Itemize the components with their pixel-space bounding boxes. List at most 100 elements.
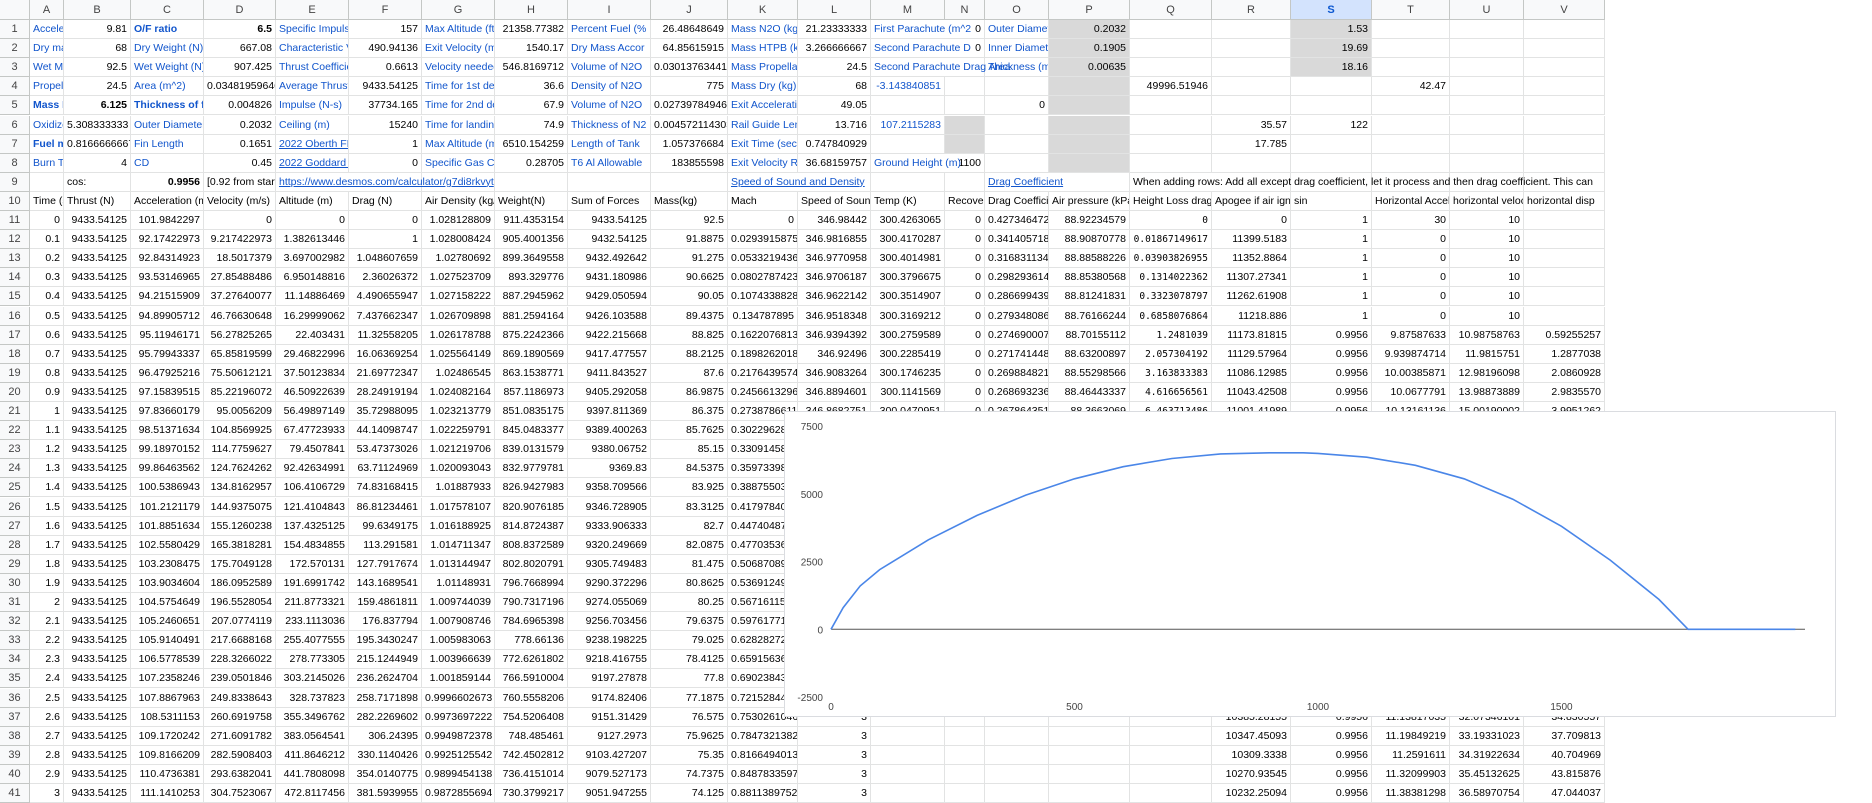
- sheet-cell[interactable]: 9433.54125: [64, 764, 131, 784]
- sheet-cell[interactable]: 9174.82406: [568, 688, 651, 708]
- sheet-cell[interactable]: 86.81234461: [349, 497, 422, 517]
- sheet-cell[interactable]: 6510.154259: [495, 134, 568, 154]
- row-header[interactable]: 29: [0, 554, 30, 574]
- sheet-cell[interactable]: 9433.54125: [64, 593, 131, 613]
- sheet-cell[interactable]: 2: [30, 593, 64, 613]
- column-label-cell[interactable]: Sum of Forces: [568, 191, 651, 211]
- sheet-cell[interactable]: Percent Fuel (%: [568, 20, 651, 40]
- row-header[interactable]: 22: [0, 421, 30, 441]
- sheet-cell[interactable]: [495, 172, 568, 192]
- sheet-cell[interactable]: 0.2793480868: [985, 306, 1049, 326]
- column-label-cell[interactable]: Acceleration (m: [131, 191, 204, 211]
- sheet-cell[interactable]: 2.36026372: [349, 268, 422, 288]
- sheet-cell[interactable]: 75.35: [651, 745, 728, 765]
- sheet-cell[interactable]: 0.1314022362: [1130, 268, 1212, 288]
- sheet-cell[interactable]: 282.5908403: [204, 745, 276, 765]
- sheet-cell[interactable]: 17.785: [1212, 134, 1291, 154]
- sheet-cell[interactable]: 300.1746235: [871, 363, 945, 383]
- sheet-cell[interactable]: 300.3169212: [871, 306, 945, 326]
- sheet-cell[interactable]: 328.737823: [276, 688, 349, 708]
- sheet-cell[interactable]: Thickness of fins: [131, 96, 204, 116]
- sheet-cell[interactable]: 64.85615915: [651, 39, 728, 59]
- sheet-cell[interactable]: 0: [204, 211, 276, 231]
- column-header-t[interactable]: T: [1372, 0, 1450, 20]
- sheet-cell[interactable]: Time for landing: [422, 115, 495, 135]
- sheet-cell[interactable]: 195.3430247: [349, 631, 422, 651]
- sheet-cell[interactable]: [30, 172, 64, 192]
- sheet-cell[interactable]: 105.9140491: [131, 631, 204, 651]
- column-label-cell[interactable]: Drag (N): [349, 191, 422, 211]
- sheet-cell[interactable]: 105.2460651: [131, 612, 204, 632]
- sheet-cell[interactable]: 0.9925125542: [422, 745, 495, 765]
- sheet-cell[interactable]: 9431.180986: [568, 268, 651, 288]
- sheet-cell[interactable]: 9079.527173: [568, 764, 651, 784]
- sheet-cell[interactable]: 9051.947255: [568, 784, 651, 803]
- sheet-cell[interactable]: 0: [1372, 268, 1450, 288]
- sheet-cell[interactable]: 36.58970754: [1450, 784, 1524, 803]
- sheet-cell[interactable]: [1049, 745, 1130, 765]
- sheet-cell[interactable]: 1.026178788: [422, 325, 495, 345]
- sheet-cell[interactable]: 186.0952589: [204, 573, 276, 593]
- sheet-cell[interactable]: 11.9815751: [1450, 344, 1524, 364]
- sheet-cell[interactable]: Thrust Coefficier: [276, 58, 349, 78]
- column-label-cell[interactable]: Thrust (N): [64, 191, 131, 211]
- sheet-cell[interactable]: 0.5: [30, 306, 64, 326]
- sheet-cell[interactable]: [871, 764, 945, 784]
- row-header[interactable]: 14: [0, 268, 30, 288]
- sheet-cell[interactable]: 56.49897149: [276, 402, 349, 422]
- sheet-cell[interactable]: 2.9835570: [1524, 382, 1605, 402]
- sheet-cell[interactable]: 88.92234579: [1049, 211, 1130, 231]
- sheet-cell[interactable]: 37.50123834: [276, 363, 349, 383]
- sheet-cell[interactable]: 9433.54125: [64, 306, 131, 326]
- sheet-cell[interactable]: 79.025: [651, 631, 728, 651]
- sheet-cell[interactable]: 43.815876: [1524, 764, 1605, 784]
- sheet-cell[interactable]: 0: [945, 287, 985, 307]
- row-header[interactable]: 1: [0, 20, 30, 40]
- sheet-cell[interactable]: 11307.27341: [1212, 268, 1291, 288]
- sheet-cell[interactable]: 0.8487833597: [728, 764, 798, 784]
- sheet-cell[interactable]: 88.2125: [651, 344, 728, 364]
- sheet-cell[interactable]: 0.2032: [1049, 20, 1130, 40]
- sheet-cell[interactable]: 2022 Goddard F: [276, 153, 349, 173]
- sheet-cell[interactable]: 0.2686932363: [985, 382, 1049, 402]
- sheet-cell[interactable]: 748.485461: [495, 726, 568, 746]
- row-header[interactable]: 27: [0, 516, 30, 536]
- sheet-cell[interactable]: 0.9: [30, 382, 64, 402]
- sheet-cell[interactable]: 0.3168311344: [985, 249, 1049, 269]
- sheet-cell[interactable]: 22.403431: [276, 325, 349, 345]
- sheet-cell[interactable]: 88.55298566: [1049, 363, 1130, 383]
- sheet-cell[interactable]: 546.8169712: [495, 58, 568, 78]
- sheet-cell[interactable]: [1212, 96, 1291, 116]
- sheet-cell[interactable]: 0: [945, 344, 985, 364]
- row-header[interactable]: 2: [0, 39, 30, 59]
- select-all-corner[interactable]: [0, 0, 30, 20]
- sheet-cell[interactable]: 35.45132625: [1450, 764, 1524, 784]
- sheet-cell[interactable]: 40.704969: [1524, 745, 1605, 765]
- sheet-cell[interactable]: 10: [1450, 306, 1524, 326]
- sheet-cell[interactable]: 134.8162957: [204, 478, 276, 498]
- sheet-cell[interactable]: 101.2121179: [131, 497, 204, 517]
- sheet-cell[interactable]: 0.004826: [204, 96, 276, 116]
- sheet-cell[interactable]: 36.68159757: [798, 153, 871, 173]
- sheet-cell[interactable]: [871, 96, 945, 116]
- sheet-cell[interactable]: 10.0677791: [1372, 382, 1450, 402]
- sheet-cell[interactable]: 4: [64, 153, 131, 173]
- sheet-cell[interactable]: [1212, 39, 1291, 59]
- sheet-cell[interactable]: 11086.12985: [1212, 363, 1291, 383]
- sheet-cell[interactable]: 3.266666667: [798, 39, 871, 59]
- sheet-cell[interactable]: 0: [1372, 306, 1450, 326]
- sheet-cell[interactable]: 88.70155112: [1049, 325, 1130, 345]
- sheet-cell[interactable]: 472.8117456: [276, 784, 349, 803]
- sheet-cell[interactable]: Exit Time (sec): [728, 134, 798, 154]
- column-label-cell[interactable]: Air Density (kg/: [422, 191, 495, 211]
- sheet-cell[interactable]: [1524, 211, 1605, 231]
- sheet-cell[interactable]: 82.0875: [651, 535, 728, 555]
- sheet-cell[interactable]: 814.8724387: [495, 516, 568, 536]
- row-header[interactable]: 21: [0, 402, 30, 422]
- sheet-cell[interactable]: 143.1689541: [349, 573, 422, 593]
- sheet-cell[interactable]: 1.3: [30, 459, 64, 479]
- column-header-v[interactable]: V: [1524, 0, 1605, 20]
- sheet-cell[interactable]: 802.8020791: [495, 554, 568, 574]
- sheet-cell[interactable]: 108.5311153: [131, 707, 204, 727]
- sheet-cell[interactable]: 778.66136: [495, 631, 568, 651]
